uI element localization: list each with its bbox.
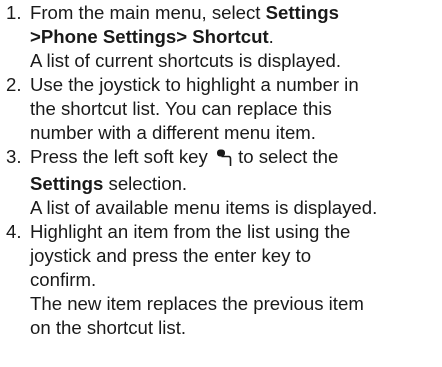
text: to select the (232, 146, 339, 167)
step-4: 4. Highlight an item from the list using… (0, 220, 442, 340)
step-2: 2. Use the joystick to highlight a numbe… (0, 73, 442, 145)
step-result: The new item replaces the previous item (30, 293, 364, 314)
step-text: Highlight an item from the list using th… (30, 220, 442, 340)
step-result: A list of current shortcuts is displayed… (30, 50, 342, 71)
step-text: Use the joystick to highlight a number i… (30, 73, 442, 145)
step-line: Settings selection. (30, 172, 442, 196)
step-line: the shortcut list. You can replace this (30, 98, 332, 119)
text: Press the left soft key (30, 146, 213, 167)
step-number: 2. (6, 74, 22, 95)
text: . (268, 26, 274, 47)
left-soft-key-icon (216, 148, 232, 172)
text: selection. (103, 173, 188, 194)
step-line: joystick and press the enter key to (30, 245, 312, 266)
step-text: Press the left soft key to select the Se… (30, 145, 442, 220)
step-number: 3. (6, 146, 22, 167)
step-line: Highlight an item from the list using th… (30, 221, 351, 242)
step-line: From the main menu, select Settings (30, 1, 442, 25)
step-line: >Phone Settings> Shortcut. (30, 25, 442, 49)
step-line: confirm. (30, 269, 97, 290)
step-number: 4. (6, 221, 22, 242)
step-result: A list of available menu items is displa… (30, 197, 378, 218)
menu-path-settings: Settings (265, 2, 339, 23)
step-1: 1. From the main menu, select Settings >… (0, 1, 442, 73)
menu-path-shortcut: >Phone Settings> Shortcut (30, 26, 269, 47)
step-line: Use the joystick to highlight a number i… (30, 74, 359, 95)
settings-label: Settings (30, 173, 104, 194)
step-number: 1. (6, 2, 22, 23)
step-result: on the shortcut list. (30, 317, 187, 338)
step-line: Press the left soft key to select the (30, 145, 442, 172)
step-line: number with a different menu item. (30, 122, 316, 143)
step-text: From the main menu, select Settings >Pho… (30, 1, 442, 73)
step-3: 3. Press the left soft key to select the… (0, 145, 442, 220)
instruction-steps: 1. From the main menu, select Settings >… (0, 0, 442, 340)
text: From the main menu, select (30, 2, 266, 23)
